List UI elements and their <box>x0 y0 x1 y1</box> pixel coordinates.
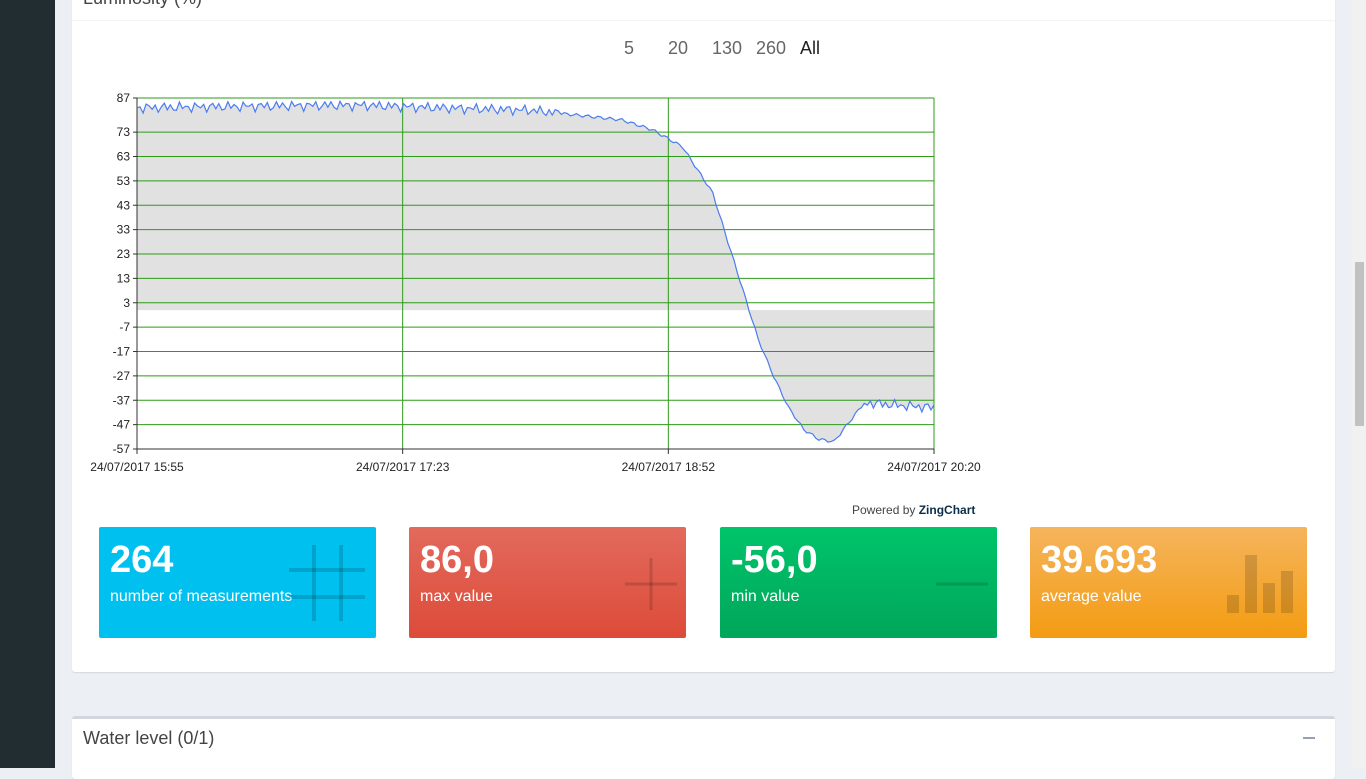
stat-min-value: -56,0 <box>731 539 818 581</box>
stat-average: 39.693 average value <box>1030 527 1307 638</box>
powered-prefix: Powered by <box>852 503 916 517</box>
stat-average-label: average value <box>1041 588 1142 605</box>
x-tick-label: 24/07/2017 20:20 <box>887 460 981 474</box>
y-tick-label: 43 <box>117 198 131 212</box>
stat-max-value: 86,0 <box>420 539 494 581</box>
stat-measurements: 264 number of measurements <box>99 527 376 638</box>
stat-average-value: 39.693 <box>1041 539 1158 581</box>
stat-max: 86,0 max value <box>409 527 686 638</box>
scrollbar-thumb[interactable] <box>1355 262 1364 426</box>
x-tick-label: 24/07/2017 17:23 <box>356 460 450 474</box>
y-tick-label: 3 <box>123 296 130 310</box>
chart-area-fill <box>137 101 934 443</box>
powered-by[interactable]: Powered by ZingChart <box>852 503 975 517</box>
grid-icon <box>289 545 365 621</box>
y-tick-label: 87 <box>117 91 131 105</box>
minus-icon[interactable] <box>1303 737 1315 739</box>
y-tick-label: 23 <box>117 247 131 261</box>
stat-min-label: min value <box>731 588 800 605</box>
sidebar <box>0 0 55 768</box>
y-tick-label: 33 <box>117 223 131 237</box>
plus-icon <box>625 558 677 610</box>
y-tick-label: 73 <box>117 125 131 139</box>
page-scrollbar[interactable] <box>1352 0 1366 768</box>
luminosity-chart: 87 73 63 53 43 33 23 13 3 -7 -17 -27 -37 -47 -57 24/07… <box>90 91 981 474</box>
y-tick-label: -17 <box>113 345 131 359</box>
y-tick-label: -57 <box>113 442 131 456</box>
zingchart-brand[interactable]: ZingChart <box>919 503 976 517</box>
y-tick-label: 13 <box>117 271 131 285</box>
water-level-box: Water level (0/1) <box>72 716 1335 779</box>
luminosity-box: Luminosity (%) 5 20 130 260 All 87736353… <box>72 0 1335 672</box>
bar-chart-icon <box>1227 555 1293 613</box>
x-tick-label: 24/07/2017 18:52 <box>622 460 716 474</box>
y-tick-label: -37 <box>113 393 131 407</box>
stat-measurements-value: 264 <box>110 539 174 581</box>
y-tick-label: -7 <box>119 320 130 334</box>
y-tick-label: 53 <box>117 174 131 188</box>
stat-min: -56,0 min value <box>720 527 997 638</box>
minus-icon <box>936 582 988 586</box>
x-tick-label: 24/07/2017 15:55 <box>90 460 184 474</box>
y-tick-label: -27 <box>113 369 131 383</box>
stat-measurements-label: number of measurements <box>110 588 293 605</box>
stat-max-label: max value <box>420 588 493 605</box>
water-level-title: Water level (0/1) <box>83 728 215 748</box>
y-tick-label: -47 <box>113 418 131 432</box>
y-tick-label: 63 <box>117 150 131 164</box>
